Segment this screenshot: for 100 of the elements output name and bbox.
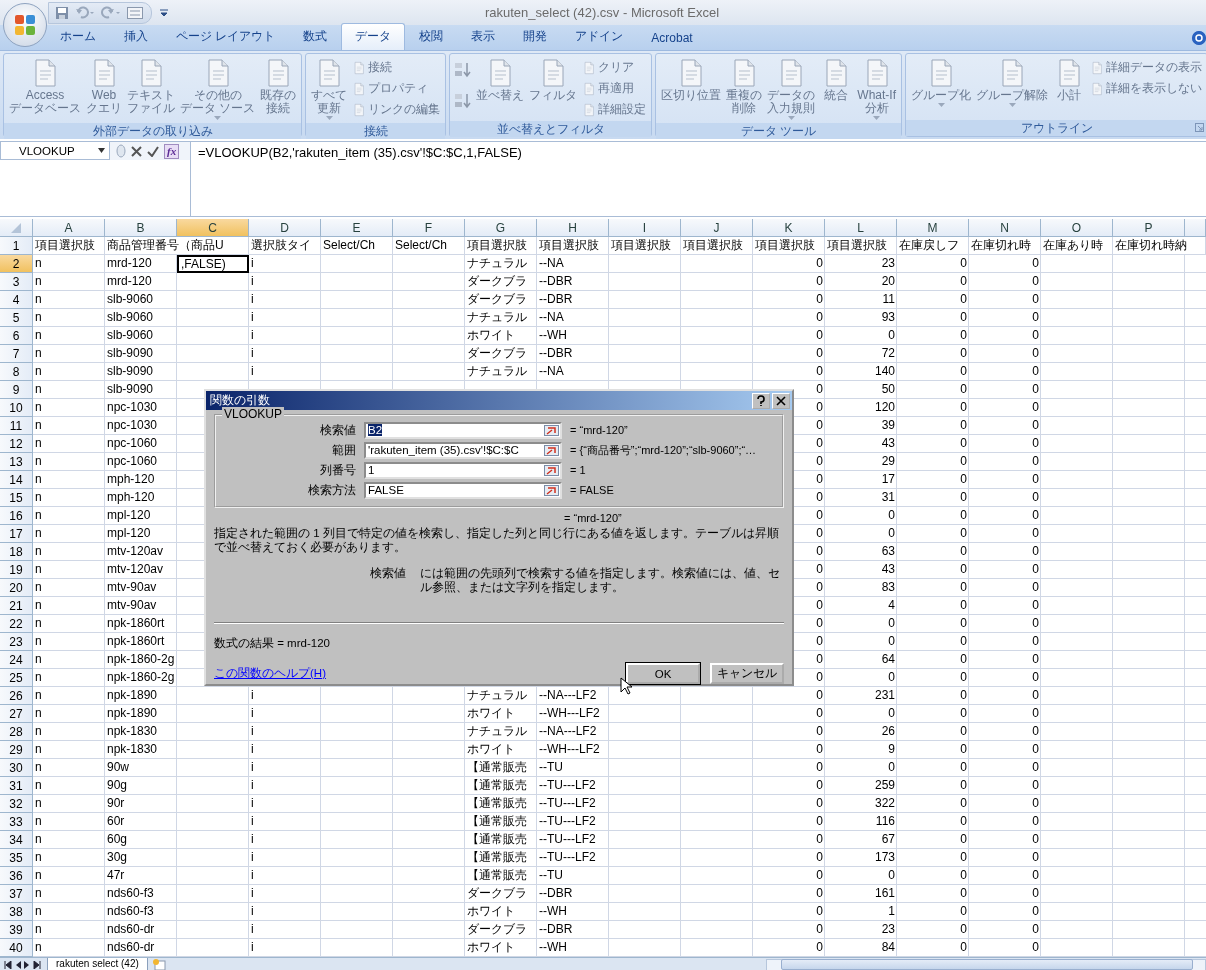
row-header[interactable]: 18	[0, 543, 33, 561]
column-header[interactable]: A	[33, 219, 105, 237]
column-header[interactable]: J	[681, 219, 753, 237]
first-sheet-icon[interactable]	[4, 960, 12, 969]
column-header[interactable]: E	[321, 219, 393, 237]
row-header[interactable]: 19	[0, 561, 33, 579]
active-cell[interactable]: ,FALSE)	[177, 255, 249, 273]
row-header[interactable]: 13	[0, 453, 33, 471]
ok-button[interactable]: OK	[626, 663, 700, 684]
row-header[interactable]: 15	[0, 489, 33, 507]
help-button[interactable]	[752, 392, 770, 409]
column-header[interactable]: O	[1041, 219, 1113, 237]
collapse-icon[interactable]	[544, 444, 559, 456]
row-header[interactable]: 34	[0, 831, 33, 849]
row-header[interactable]: 6	[0, 327, 33, 345]
cancel-button[interactable]: キャンセル	[710, 663, 784, 684]
save-icon[interactable]	[55, 5, 69, 20]
collapse-icon[interactable]	[544, 424, 559, 436]
row-header[interactable]: 12	[0, 435, 33, 453]
collapse-icon[interactable]	[544, 464, 559, 476]
column-header[interactable]: I	[609, 219, 681, 237]
argument-field[interactable]: 'rakuten_item (35).csv'!$C:$C	[364, 441, 562, 459]
insert-function-button[interactable]: fx	[164, 143, 180, 159]
formula-field[interactable]: =VLOOKUP(B2,'rakuten_item (35).csv'!$C:$C,1,FALSE)	[190, 142, 1206, 216]
row-header[interactable]: 16	[0, 507, 33, 525]
table-cell: 0	[1032, 382, 1039, 396]
ribbon-tab[interactable]: アドイン	[561, 23, 638, 50]
argument-field[interactable]: B2	[364, 421, 562, 439]
horizontal-scrollbar[interactable]	[766, 958, 1206, 970]
next-sheet-icon[interactable]	[24, 960, 30, 969]
row-header[interactable]: 25	[0, 669, 33, 687]
form-icon[interactable]	[127, 6, 143, 19]
ribbon-tab[interactable]: Acrobat	[637, 26, 707, 50]
row-header[interactable]: 33	[0, 813, 33, 831]
row-header[interactable]: 2	[0, 255, 33, 273]
column-header[interactable]: N	[969, 219, 1041, 237]
row-header[interactable]: 30	[0, 759, 33, 777]
ribbon-tab[interactable]: 挿入	[110, 23, 162, 50]
table-cell: i	[251, 832, 254, 846]
row-header[interactable]: 3	[0, 273, 33, 291]
row-header[interactable]: 32	[0, 795, 33, 813]
close-button[interactable]	[772, 392, 790, 409]
row-header[interactable]: 35	[0, 849, 33, 867]
ribbon-tab[interactable]: 校閲	[405, 23, 458, 50]
column-header[interactable]: G	[465, 219, 537, 237]
column-header[interactable]: M	[897, 219, 969, 237]
row-header[interactable]: 4	[0, 291, 33, 309]
sheet-tab[interactable]: rakuten select (42)	[47, 958, 148, 970]
previous-sheet-icon[interactable]	[15, 960, 21, 969]
row-header[interactable]: 31	[0, 777, 33, 795]
row-header[interactable]: 7	[0, 345, 33, 363]
row-header[interactable]: 21	[0, 597, 33, 615]
row-header[interactable]: 26	[0, 687, 33, 705]
row-header[interactable]: 24	[0, 651, 33, 669]
argument-field[interactable]: 1	[364, 461, 562, 479]
ribbon-tab[interactable]: データ	[341, 23, 406, 50]
column-header[interactable]: B	[105, 219, 177, 237]
row-header[interactable]: 1	[0, 237, 33, 255]
row-header[interactable]: 29	[0, 741, 33, 759]
row-header[interactable]: 20	[0, 579, 33, 597]
column-header[interactable]: F	[393, 219, 465, 237]
ribbon-tab[interactable]: ホーム	[46, 23, 110, 50]
ribbon-tab[interactable]: 数式	[289, 23, 342, 50]
row-header[interactable]: 22	[0, 615, 33, 633]
row-header[interactable]: 5	[0, 309, 33, 327]
last-sheet-icon[interactable]	[33, 960, 41, 969]
row-header[interactable]: 8	[0, 363, 33, 381]
collapse-icon[interactable]	[544, 484, 559, 496]
row-header[interactable]: 38	[0, 903, 33, 921]
ribbon-tab[interactable]: 表示	[457, 23, 510, 50]
help-link[interactable]: この関数のヘルプ(H)	[214, 666, 326, 681]
ribbon-tab[interactable]: ページ レイアウト	[162, 23, 290, 50]
row-header[interactable]: 36	[0, 867, 33, 885]
table-cell: 0	[960, 580, 967, 594]
row-header[interactable]: 37	[0, 885, 33, 903]
row-header[interactable]: 28	[0, 723, 33, 741]
row-header[interactable]: 27	[0, 705, 33, 723]
table-cell: 商品管理番号（商品U	[107, 238, 224, 252]
row-header[interactable]: 40	[0, 939, 33, 957]
cancel-icon[interactable]	[131, 145, 142, 157]
name-box[interactable]: VLOOKUP	[0, 142, 110, 160]
column-header[interactable]: C	[177, 219, 249, 237]
table-cell: n	[35, 256, 42, 270]
row-header[interactable]: 11	[0, 417, 33, 435]
column-header[interactable]: L	[825, 219, 897, 237]
row-header[interactable]: 39	[0, 921, 33, 939]
row-header[interactable]: 23	[0, 633, 33, 651]
row-header[interactable]: 9	[0, 381, 33, 399]
column-header[interactable]: P	[1113, 219, 1185, 237]
row-header[interactable]: 10	[0, 399, 33, 417]
ribbon-tab[interactable]: 開発	[509, 23, 562, 50]
column-header[interactable]: H	[537, 219, 609, 237]
column-header[interactable]: K	[753, 219, 825, 237]
customize-caret-icon[interactable]	[160, 8, 168, 17]
enter-icon[interactable]	[147, 145, 159, 157]
row-header[interactable]: 14	[0, 471, 33, 489]
table-cell: 0	[1032, 472, 1039, 486]
row-header[interactable]: 17	[0, 525, 33, 543]
argument-field[interactable]: FALSE	[364, 481, 562, 499]
column-header[interactable]: D	[249, 219, 321, 237]
